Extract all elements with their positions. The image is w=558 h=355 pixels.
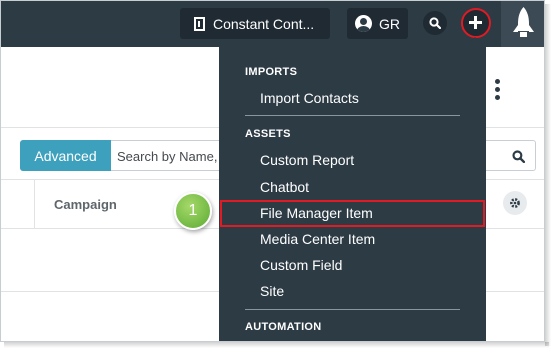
advanced-search-button[interactable]: Advanced [20, 140, 111, 171]
organization-label: Constant Cont... [213, 15, 315, 32]
more-options-icon[interactable] [495, 79, 501, 101]
launch-menu-button[interactable] [501, 1, 544, 47]
column-header-campaign[interactable]: Campaign [54, 197, 117, 212]
frame-shadow [4, 342, 549, 348]
menu-item-custom-report[interactable]: Custom Report [260, 152, 354, 168]
app-window: Constant Cont... GR Advanced Search by N… [0, 0, 545, 342]
menu-item-chatbot[interactable]: Chatbot [260, 179, 309, 195]
search-icon[interactable] [512, 150, 525, 163]
add-new-button[interactable] [461, 8, 491, 38]
menu-divider [245, 115, 460, 116]
organization-button[interactable]: Constant Cont... [180, 8, 330, 39]
frame-shadow [545, 4, 551, 346]
search-input[interactable] [117, 146, 217, 166]
gear-icon [510, 198, 520, 208]
step-callout: 1 [174, 192, 212, 230]
menu-item-custom-field[interactable]: Custom Field [260, 257, 342, 273]
building-icon [194, 16, 205, 31]
menu-section-assets: ASSETS [245, 128, 291, 140]
add-new-dropdown: IMPORTS Import Contacts ASSETS Custom Re… [219, 37, 486, 341]
menu-divider [245, 309, 460, 310]
user-initials: GR [379, 15, 400, 32]
menu-section-automation: AUTOMATION [245, 321, 322, 333]
menu-item-site[interactable]: Site [260, 283, 284, 299]
menu-section-imports: IMPORTS [245, 66, 298, 78]
column-divider [34, 180, 35, 228]
highlight-box [220, 200, 485, 227]
menu-item-import-contacts[interactable]: Import Contacts [260, 90, 359, 106]
table-settings-button[interactable] [503, 191, 527, 215]
top-bar: Constant Cont... GR [1, 1, 544, 47]
search-icon [429, 17, 441, 29]
global-search-button[interactable] [423, 11, 447, 35]
user-menu-button[interactable]: GR [347, 8, 408, 39]
menu-item-media-center-item[interactable]: Media Center Item [260, 231, 375, 247]
avatar-icon [355, 15, 372, 32]
rocket-icon [513, 7, 534, 37]
